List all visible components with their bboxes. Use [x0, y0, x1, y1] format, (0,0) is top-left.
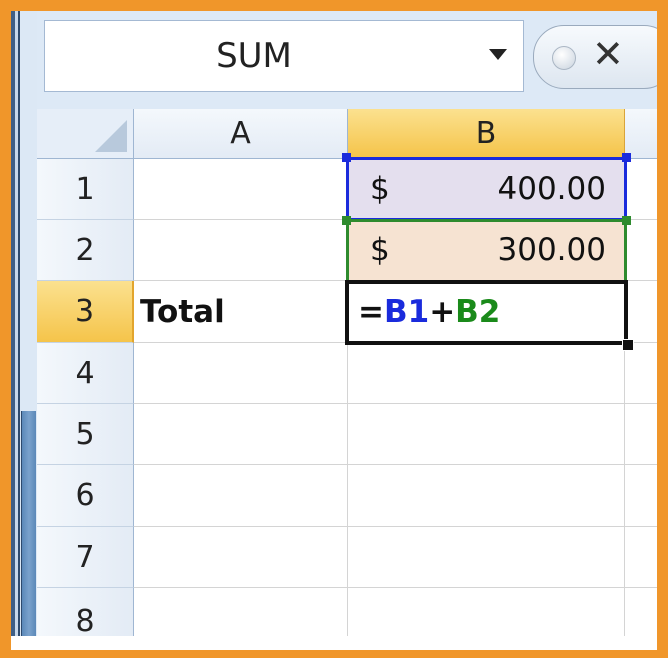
cell-a4[interactable] — [134, 343, 348, 404]
row-header-3[interactable]: 3 — [37, 281, 134, 343]
window-left-edge — [11, 11, 37, 636]
cell-b8[interactable] — [348, 588, 625, 636]
cell-a5[interactable] — [134, 404, 348, 465]
row-header-5[interactable]: 5 — [37, 404, 134, 465]
cell-c7[interactable] — [625, 527, 657, 588]
cell-b6[interactable] — [348, 465, 625, 527]
cell-b5[interactable] — [348, 404, 625, 465]
formula-ref-b1: B1 — [383, 293, 430, 330]
formula-equals: = — [358, 293, 384, 330]
row-header-7[interactable]: 7 — [37, 527, 134, 588]
cell-c8[interactable] — [625, 588, 657, 636]
cell-b4[interactable] — [348, 343, 625, 404]
screenshot-frame: SUM ✕ A B 1 2 3 4 5 6 7 8 Total $ 400.00… — [0, 0, 668, 658]
name-box[interactable]: SUM — [44, 20, 524, 92]
cell-b2[interactable]: $ 300.00 — [348, 220, 625, 281]
formula-controls: ✕ — [533, 25, 657, 89]
cell-a7[interactable] — [134, 527, 348, 588]
name-box-value: SUM — [216, 36, 292, 76]
cell-a2[interactable] — [134, 220, 348, 281]
cell-a6[interactable] — [134, 465, 348, 527]
currency-value-b2: $ 300.00 — [348, 220, 606, 280]
scroll-accent — [21, 411, 36, 636]
cell-c3[interactable] — [625, 281, 657, 343]
cell-c1[interactable] — [625, 159, 657, 220]
currency-symbol: $ — [370, 232, 390, 268]
cell-c5[interactable] — [625, 404, 657, 465]
cell-a3[interactable]: Total — [134, 281, 348, 343]
cancel-icon[interactable]: ✕ — [592, 32, 624, 76]
row-header-6[interactable]: 6 — [37, 465, 134, 527]
expand-circle-icon[interactable] — [552, 46, 576, 70]
spreadsheet-grid: A B 1 2 3 4 5 6 7 8 Total $ 400.00 $ 300… — [37, 109, 657, 636]
formula-bar-row: SUM ✕ — [37, 11, 657, 110]
row-header-2[interactable]: 2 — [37, 220, 134, 281]
select-all-icon — [95, 120, 127, 152]
column-header-a[interactable]: A — [134, 109, 348, 159]
currency-symbol: $ — [370, 171, 390, 207]
formula-plus: + — [429, 293, 456, 330]
dropdown-arrow-icon[interactable] — [489, 49, 507, 60]
row-header-1[interactable]: 1 — [37, 159, 134, 220]
column-header-c-partial[interactable] — [625, 109, 657, 159]
formula-ref-b2: B2 — [455, 293, 501, 330]
row-header-4[interactable]: 4 — [37, 343, 134, 404]
column-header-b[interactable]: B — [348, 109, 625, 159]
fill-handle[interactable] — [622, 339, 634, 351]
cell-a8[interactable] — [134, 588, 348, 636]
currency-value-b1: $ 400.00 — [348, 159, 606, 219]
amount-value: 300.00 — [497, 232, 606, 268]
amount-value: 400.00 — [497, 171, 606, 207]
cell-c2[interactable] — [625, 220, 657, 281]
total-label: Total — [140, 293, 225, 330]
cell-a1[interactable] — [134, 159, 348, 220]
cell-c6[interactable] — [625, 465, 657, 527]
select-all-corner[interactable] — [37, 109, 134, 159]
row-header-8[interactable]: 8 — [37, 588, 134, 636]
cell-b7[interactable] — [348, 527, 625, 588]
cell-b1[interactable]: $ 400.00 — [348, 159, 625, 220]
formula-text: =B1+B2 — [348, 294, 500, 330]
cell-c4[interactable] — [625, 343, 657, 404]
cell-b3[interactable]: =B1+B2 — [348, 281, 625, 343]
